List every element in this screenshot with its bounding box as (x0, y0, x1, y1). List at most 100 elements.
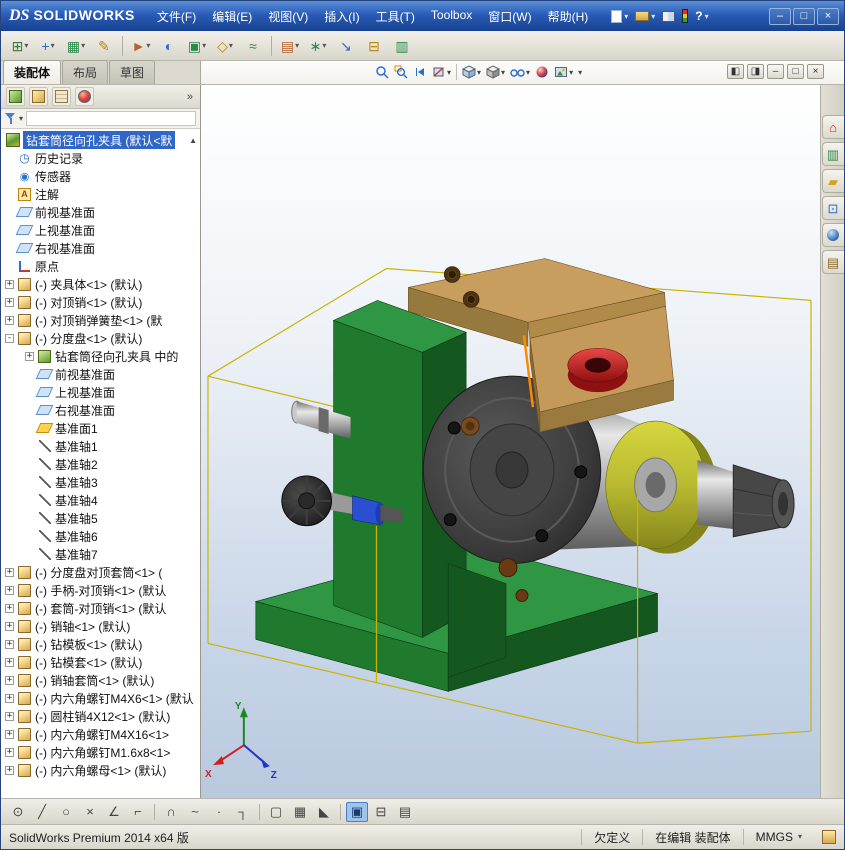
shaded-sketch-contours-icon[interactable]: ▣ (346, 801, 368, 822)
smart-dimension-icon[interactable]: ⊙ (7, 802, 29, 822)
tree-item[interactable]: 基准轴5 (1, 509, 200, 527)
configurationmanager-tab[interactable] (52, 87, 71, 106)
zoom-to-fit-button[interactable] (373, 63, 391, 81)
doc-minimize-button[interactable]: – (767, 64, 784, 79)
expand-toggle[interactable] (25, 424, 34, 433)
corner-rectangle-icon[interactable]: ┐ (232, 802, 254, 822)
expand-toggle[interactable]: + (5, 585, 14, 595)
help-book-button[interactable] (661, 10, 676, 23)
tree-item[interactable]: 原点 (1, 257, 200, 275)
panel-overflow-chevron[interactable]: » (187, 91, 195, 103)
expand-toggle[interactable]: + (5, 639, 14, 649)
menu-item[interactable]: Toolbox (423, 5, 480, 28)
tree-item[interactable]: + (-) 对顶销<1> (默认) (1, 293, 200, 311)
expand-toggle[interactable]: + (5, 567, 14, 577)
expand-toggle[interactable] (5, 154, 14, 163)
quick-tips-icon[interactable] (822, 830, 836, 844)
previous-view-button[interactable] (411, 63, 429, 81)
expand-toggle[interactable] (5, 262, 14, 271)
custom-properties-icon[interactable]: ▤ (821, 250, 844, 274)
expand-toggle[interactable]: + (25, 351, 34, 361)
tree-item[interactable]: - (-) 分度盘<1> (默认) (1, 329, 200, 347)
status-units[interactable]: MMGS ▾ (742, 828, 814, 846)
spline-icon[interactable]: ~ (184, 802, 206, 822)
expand-toggle[interactable] (25, 388, 34, 397)
design-library-icon[interactable]: ▥ (821, 142, 844, 166)
menu-item[interactable]: 视图(V) (260, 5, 316, 28)
exploded-view-button[interactable]: ∗ ▾ (305, 34, 331, 58)
expand-toggle[interactable]: - (5, 333, 14, 343)
tree-item[interactable]: 历史记录 (1, 149, 200, 167)
open-button[interactable]: ▾ (634, 10, 656, 22)
tree-item[interactable]: + (-) 钻模套<1> (默认) (1, 653, 200, 671)
apply-scene-button[interactable]: ▾ (552, 63, 575, 81)
sketch-fillet-icon[interactable]: ∠ (103, 802, 125, 822)
insert-components-button[interactable]: ⊞ ▾ (7, 34, 33, 58)
separator[interactable] (271, 35, 272, 56)
section-view-button[interactable]: ▾ (430, 63, 453, 81)
tree-item[interactable]: 基准轴2 (1, 455, 200, 473)
expand-toggle[interactable] (5, 190, 14, 199)
expand-toggle[interactable]: + (5, 297, 14, 307)
status-indicator[interactable] (681, 8, 689, 24)
pane-right-button[interactable]: ◨ (747, 64, 764, 79)
point-icon[interactable]: · (208, 802, 230, 822)
grid-snap-icon[interactable]: ▤ (394, 802, 416, 822)
pane-left-button[interactable]: ◧ (727, 64, 744, 79)
linear-component-pattern-button[interactable]: ▦ ▾ (63, 34, 89, 58)
propertymanager-tab[interactable] (29, 87, 48, 106)
expand-toggle[interactable] (25, 514, 34, 523)
separator[interactable] (154, 803, 155, 820)
assembly-features-button[interactable]: ▣ ▾ (184, 34, 210, 58)
expand-toggle[interactable] (5, 226, 14, 235)
help-button[interactable]: ? ▾ (694, 8, 709, 24)
separator[interactable] (340, 803, 341, 820)
expand-toggle[interactable] (25, 478, 34, 487)
tree-item[interactable]: + (-) 手柄-对顶销<1> (默认 (1, 581, 200, 599)
minimize-button[interactable]: – (769, 7, 791, 25)
expand-toggle[interactable] (25, 532, 34, 541)
tree-item[interactable]: + (-) 圆柱销4X12<1> (默认) (1, 707, 200, 725)
tree-item[interactable]: + (-) 钻模板<1> (默认) (1, 635, 200, 653)
expand-toggle[interactable]: + (5, 675, 14, 685)
display-style-button[interactable]: ▾ (484, 63, 507, 81)
tree-item[interactable]: 基准轴4 (1, 491, 200, 509)
tree-item[interactable]: 前视基准面 (1, 365, 200, 383)
separator[interactable] (259, 803, 260, 820)
reference-geometry-button[interactable]: ◇ ▾ (212, 34, 238, 58)
move-component-button[interactable]: ► ▾ (128, 34, 154, 58)
smart-fasteners-button[interactable]: ✎ (91, 34, 117, 58)
expand-toggle[interactable]: + (5, 693, 14, 703)
file-explorer-icon[interactable]: ▰ (821, 169, 844, 193)
expand-toggle[interactable]: + (5, 657, 14, 667)
tree-item[interactable]: 前视基准面 (1, 203, 200, 221)
commandmanager-tab[interactable]: 装配体 (3, 60, 62, 84)
tree-item[interactable]: 基准轴1 (1, 437, 200, 455)
graphics-viewport[interactable]: Y X Z (201, 85, 820, 798)
tree-item[interactable]: + (-) 内六角螺母<1> (默认) (1, 761, 200, 779)
expand-toggle[interactable] (25, 550, 34, 559)
tree-item[interactable]: 上视基准面 (1, 221, 200, 239)
tree-item[interactable]: + (-) 分度盘对顶套筒<1> ( (1, 563, 200, 581)
expand-toggle[interactable]: + (5, 765, 14, 775)
tree-item[interactable]: + (-) 内六角螺钉M1.6x8<1> (1, 743, 200, 761)
commandmanager-tab[interactable]: 草图 (109, 60, 156, 84)
edit-appearance-button[interactable] (533, 63, 551, 81)
tree-item[interactable]: 注解 (1, 185, 200, 203)
tree-item[interactable]: + (-) 夹具体<1> (默认) (1, 275, 200, 293)
expand-toggle[interactable] (25, 406, 34, 415)
tree-item[interactable]: 传感器 (1, 167, 200, 185)
expand-toggle[interactable]: + (5, 747, 14, 757)
featuremanager-tab[interactable] (6, 87, 25, 106)
expand-toggle[interactable]: + (5, 711, 14, 721)
split-entities-icon[interactable]: ⊟ (370, 802, 392, 822)
doc-restore-button[interactable]: □ (787, 64, 804, 79)
tree-item[interactable]: 右视基准面 (1, 401, 200, 419)
tree-root-item[interactable]: 钻套筒径向孔夹具 (默认<默 ▲ (1, 131, 200, 149)
filter-funnel-icon[interactable] (5, 113, 16, 124)
tree-item[interactable]: + (-) 内六角螺钉M4X6<1> (默认 (1, 689, 200, 707)
new-motion-study-button[interactable]: ≈ (240, 34, 266, 58)
bill-of-materials-button[interactable]: ▤ ▾ (277, 34, 303, 58)
menu-item[interactable]: 帮助(H) (540, 5, 597, 28)
tree-item[interactable]: 基准轴7 (1, 545, 200, 563)
